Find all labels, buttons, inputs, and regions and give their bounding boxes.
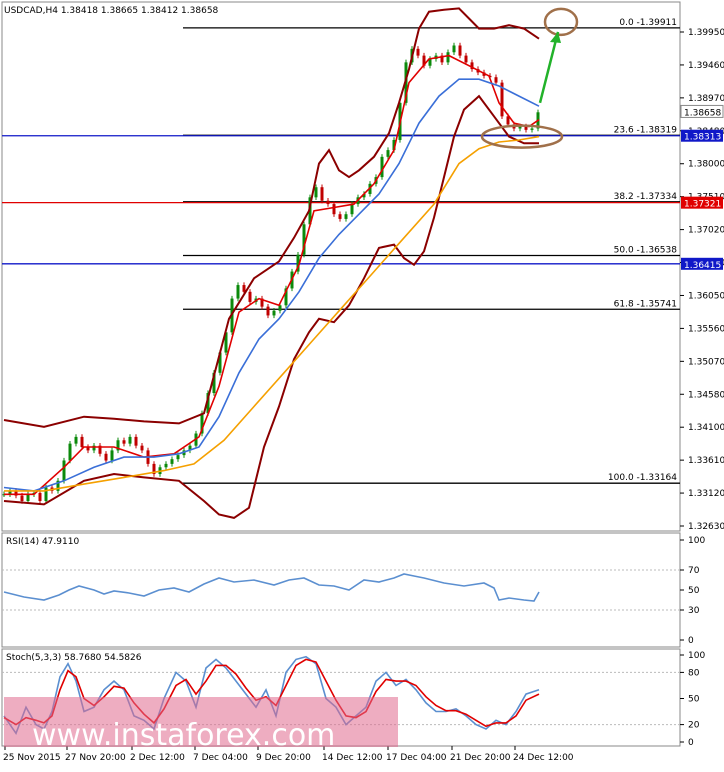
candle-body — [332, 204, 336, 215]
price-tick-label: 1.34100 — [688, 423, 724, 433]
osc-tick-label: 0 — [688, 636, 694, 646]
candle-body — [386, 150, 390, 157]
osc-tick-label: 70 — [688, 566, 700, 576]
candle-body — [416, 48, 420, 56]
candle-body — [80, 436, 84, 448]
candle-body — [44, 487, 48, 502]
candle-body — [452, 45, 456, 53]
annotation-ellipse-0 — [543, 7, 579, 37]
candle-body — [320, 187, 324, 201]
osc-tick-label: 80 — [688, 668, 700, 678]
rsi-header: RSI(14) 47.9110 — [6, 537, 79, 547]
candle-body — [344, 214, 348, 219]
candle-body — [26, 494, 30, 502]
price-tick-label: 1.38970 — [688, 94, 724, 104]
stoch-header: Stoch(5,3,3) 58.7680 54.5826 — [6, 653, 142, 663]
level-tag-label-2: 1.36415 — [684, 261, 721, 271]
price-tick-label: 1.35070 — [688, 357, 724, 367]
x-tick-label: 27 Nov 20:00 — [65, 753, 126, 763]
price-header: USDCAD,H4 1.38418 1.38665 1.38412 1.3865… — [4, 6, 219, 16]
price-tick-label: 1.39460 — [688, 61, 724, 71]
x-tick-label: 14 Dec 12:00 — [322, 753, 383, 763]
price-layer: 0.0 -1.39911 23.6 -1.38319 38.2 -1.37334 50… — [2, 7, 680, 519]
candle-body — [170, 459, 174, 464]
x-tick-label: 21 Dec 20:00 — [450, 753, 511, 763]
candle-body — [122, 440, 126, 444]
price-tick-label: 1.37020 — [688, 226, 724, 236]
candle-body — [38, 492, 42, 502]
x-tick-label: 9 Dec 20:00 — [256, 753, 311, 763]
chart-svg: 0.0 -1.39911 23.6 -1.38319 38.2 -1.37334 50… — [1, 1, 724, 763]
candle-body — [20, 495, 24, 502]
osc-tick-label: 100 — [688, 651, 705, 661]
candle-body — [530, 128, 534, 130]
fib-label-3: 50.0 -1.36538 — [614, 246, 678, 256]
axis-layer: 1.399501.394601.389701.384801.380001.375… — [680, 28, 724, 532]
candle-body — [314, 187, 318, 198]
candle-body — [350, 204, 354, 215]
price-tick-label: 1.35560 — [688, 324, 724, 334]
price-tick-label: 1.38000 — [688, 160, 724, 170]
candle-body — [338, 214, 342, 219]
osc-tick-label: 50 — [688, 695, 700, 705]
watermark-text: www.instaforex.com — [32, 718, 335, 753]
price-tick-label: 1.33120 — [688, 489, 724, 499]
level-tag-label-0: 1.38313 — [684, 133, 721, 143]
level-tag-label-1: 1.37321 — [684, 200, 721, 210]
price-tick-label: 1.36050 — [688, 291, 724, 301]
candle-body — [104, 453, 108, 461]
price-tick-label: 1.32630 — [688, 522, 724, 532]
chart-root: 0.0 -1.39911 23.6 -1.38319 38.2 -1.37334 50… — [0, 0, 724, 768]
candle-body — [458, 45, 462, 56]
candle-body — [164, 463, 168, 468]
candle-body — [266, 306, 270, 316]
series-line-0 — [3, 7, 540, 428]
fib-label-2: 38.2 -1.37334 — [614, 192, 678, 202]
series-line-1 — [3, 94, 539, 519]
candle-body — [248, 291, 252, 302]
x-tick-label: 7 Dec 04:00 — [193, 753, 248, 763]
annotation-ellipse-1 — [480, 124, 564, 149]
fib-label-1: 23.6 -1.38319 — [614, 125, 678, 135]
candle-body — [446, 52, 450, 63]
rsi-panel-frame — [1, 532, 681, 648]
candle-body — [110, 450, 114, 461]
candle-body — [176, 455, 180, 460]
annotation-arrow-shaft — [538, 31, 560, 104]
osc-tick-label: 0 — [688, 738, 694, 748]
x-tick-label: 24 Dec 12:00 — [513, 753, 574, 763]
price-tick-label: 1.39950 — [688, 28, 724, 38]
osc-tick-label: 50 — [688, 586, 700, 596]
candle-body — [326, 200, 330, 205]
candle-body — [74, 436, 78, 444]
osc-series-0 — [3, 573, 540, 602]
price-panel-frame — [1, 1, 681, 532]
price-tick-label: 1.33610 — [688, 456, 724, 466]
rsi-layer: 100 70 50 30 0 — [2, 536, 705, 646]
osc-tick-label: 100 — [688, 536, 705, 546]
candle-body — [128, 436, 132, 444]
candle-body — [272, 310, 276, 316]
osc-tick-label: 20 — [688, 721, 700, 731]
fib-label-5: 100.0 -1.33164 — [608, 473, 677, 483]
series-line-4 — [4, 135, 540, 492]
candle-body — [242, 285, 246, 292]
osc-tick-label: 30 — [688, 606, 700, 616]
candle-body — [236, 285, 240, 299]
candle-body — [380, 156, 384, 178]
fib-label-4: 61.8 -1.35741 — [614, 299, 677, 309]
x-tick-label: 17 Dec 04:00 — [386, 753, 447, 763]
fib-label-0: 0.0 -1.39911 — [619, 18, 677, 28]
candle-body — [134, 436, 138, 446]
candle-body — [494, 77, 498, 83]
candle-body — [68, 443, 72, 461]
x-tick-label: 2 Dec 12:00 — [130, 753, 185, 763]
price-tick-label: 1.34580 — [688, 390, 724, 400]
candle-body — [62, 460, 66, 481]
candle-body — [464, 55, 468, 63]
current-price-label: 1.38658 — [684, 108, 721, 118]
candle-body — [524, 126, 528, 130]
candle-body — [140, 445, 144, 451]
x-tick-label: 25 Nov 2015 — [3, 753, 61, 763]
